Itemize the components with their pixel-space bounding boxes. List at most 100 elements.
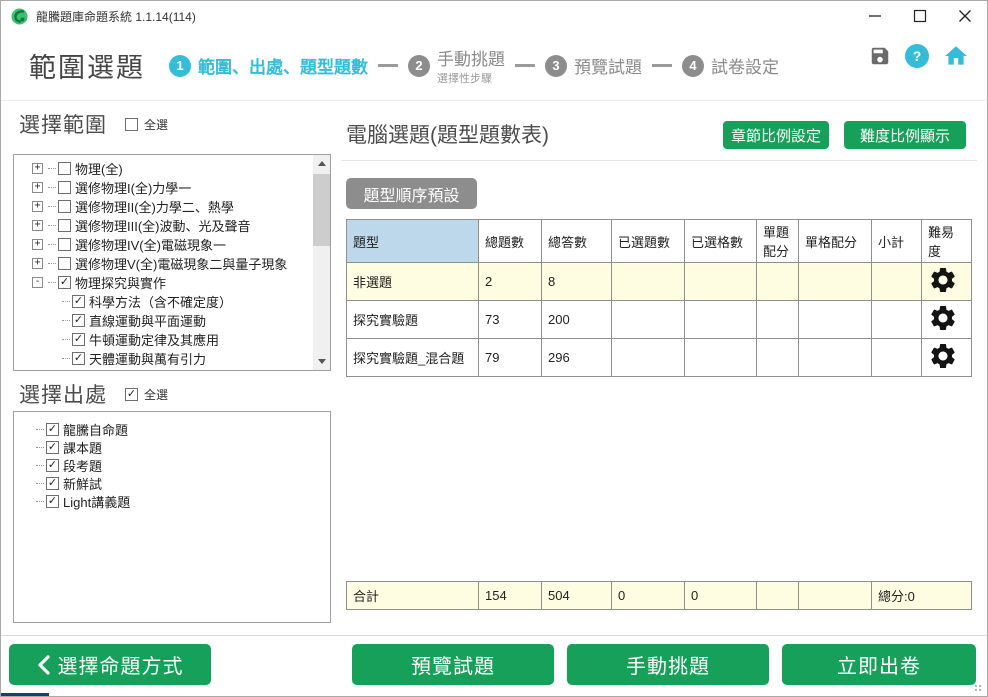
cell-selected-questions[interactable] [612, 339, 685, 377]
chapter-ratio-button[interactable]: 章節比例設定 [723, 121, 829, 149]
source-item[interactable]: 新鮮試 [14, 474, 330, 492]
expand-icon[interactable] [32, 239, 43, 250]
checkbox-unchecked[interactable] [58, 162, 71, 175]
tree-item[interactable]: 科學方法（含不確定度） [14, 292, 330, 311]
checkbox-checked[interactable] [58, 276, 71, 289]
save-icon[interactable] [869, 45, 891, 67]
tree-connector [36, 483, 44, 484]
home-icon[interactable] [943, 43, 969, 69]
col-header-selected-cells: 已選格數 [685, 220, 757, 263]
total-selected-cells: 0 [685, 582, 757, 610]
checkbox-checked[interactable] [46, 477, 59, 490]
collapse-icon[interactable] [32, 277, 43, 288]
checkbox-unchecked[interactable] [125, 118, 138, 131]
tree-connector [48, 244, 56, 245]
cell-selected-questions[interactable] [612, 263, 685, 301]
cell-selected-questions[interactable] [612, 301, 685, 339]
tree-item[interactable]: 物理(全) [14, 159, 330, 178]
cell-total-questions: 79 [479, 339, 542, 377]
checkbox-unchecked[interactable] [58, 200, 71, 213]
tree-item[interactable]: 選修物理IV(全)電磁現象一 [14, 235, 330, 254]
checkbox-checked[interactable] [46, 495, 59, 508]
source-select-all[interactable]: 全選 [125, 386, 168, 403]
gear-icon[interactable] [928, 341, 958, 371]
checkbox-checked[interactable] [72, 295, 85, 308]
checkbox-checked[interactable] [46, 459, 59, 472]
tree-item[interactable]: 選修物理III(全)波動、光及聲音 [14, 216, 330, 235]
resize-grip[interactable] [973, 683, 981, 691]
step-1-scope[interactable]: 1 範圍、出處、題型題數 [169, 53, 368, 78]
total-score-per-cell [799, 582, 872, 610]
cell-score-per-question[interactable] [757, 301, 799, 339]
source-item[interactable]: 段考題 [14, 456, 330, 474]
source-item[interactable]: 龍騰自命題 [14, 420, 330, 438]
cell-score-per-question[interactable] [757, 339, 799, 377]
gear-icon[interactable] [928, 265, 958, 295]
bottom-action-bar: 選擇命題方式 預覽試題 手動挑題 立即出卷 [1, 635, 987, 696]
expand-icon[interactable] [32, 182, 43, 193]
minimize-button[interactable] [852, 1, 897, 31]
tree-item[interactable]: 物理探究與實作 [14, 273, 330, 292]
source-item[interactable]: Light講義題 [14, 492, 330, 510]
checkbox-unchecked[interactable] [58, 219, 71, 232]
select-all-label: 全選 [144, 386, 168, 403]
tree-item[interactable]: 選修物理V(全)電磁現象二與量子現象 [14, 254, 330, 273]
col-header-subtotal: 小計 [872, 220, 922, 263]
cell-score-per-cell[interactable] [799, 301, 872, 339]
checkbox-unchecked[interactable] [58, 257, 71, 270]
preview-questions-button[interactable]: 預覽試題 [352, 644, 554, 685]
cell-score-per-cell[interactable] [799, 263, 872, 301]
checkbox-checked[interactable] [46, 423, 59, 436]
difficulty-ratio-button[interactable]: 難度比例顯示 [844, 121, 966, 149]
generate-paper-button[interactable]: 立即出卷 [782, 644, 976, 685]
tree-item[interactable]: 選修物理I(全)力學一 [14, 178, 330, 197]
tree-item[interactable]: 選修物理II(全)力學二、熱學 [14, 197, 330, 216]
checkbox-checked[interactable] [72, 314, 85, 327]
help-icon[interactable]: ? [905, 44, 929, 68]
type-order-preset-button[interactable]: 題型順序預設 [346, 178, 477, 209]
step-4-paper-settings[interactable]: 4 試卷設定 [682, 53, 779, 78]
expand-icon[interactable] [32, 258, 43, 269]
table-row: 非選題 2 8 [347, 263, 972, 301]
cell-score-per-cell[interactable] [799, 339, 872, 377]
expand-icon[interactable] [32, 220, 43, 231]
step-3-preview[interactable]: 3 預覽試題 [545, 53, 642, 78]
close-button[interactable] [942, 1, 987, 31]
scroll-down-icon[interactable] [313, 353, 330, 370]
tree-scrollbar [313, 155, 330, 370]
checkbox-checked[interactable] [72, 352, 85, 365]
checkbox-unchecked[interactable] [58, 238, 71, 251]
source-item[interactable]: 課本題 [14, 438, 330, 456]
checkbox-checked[interactable] [46, 441, 59, 454]
back-to-mode-button[interactable]: 選擇命題方式 [9, 644, 211, 685]
cell-score-per-question[interactable] [757, 263, 799, 301]
checkbox-checked[interactable] [72, 333, 85, 346]
step-1-label: 範圍、出處、題型題數 [198, 53, 368, 78]
window-title: 龍騰題庫命題系統 1.1.14(114) [36, 8, 196, 25]
cell-selected-cells[interactable] [685, 301, 757, 339]
source-item-label: Light講義題 [63, 492, 130, 511]
checkbox-checked[interactable] [125, 388, 138, 401]
manual-pick-button[interactable]: 手動挑題 [567, 644, 769, 685]
titlebar: 龍騰題庫命題系統 1.1.14(114) [1, 1, 987, 31]
tree-item[interactable]: 牛頓運動定律及其應用 [14, 330, 330, 349]
col-header-selected-questions: 已選題數 [612, 220, 685, 263]
gear-icon[interactable] [928, 303, 958, 333]
source-item-label: 龍騰自命題 [63, 420, 128, 439]
scroll-up-icon[interactable] [313, 155, 330, 172]
cell-selected-cells[interactable] [685, 339, 757, 377]
maximize-button[interactable] [897, 1, 942, 31]
tree-item-label: 直線運動與平面運動 [89, 311, 206, 330]
step-2-manual-pick[interactable]: 2 手動挑題 選擇性步驟 [408, 45, 505, 86]
expand-icon[interactable] [32, 201, 43, 212]
tree-item[interactable]: 直線運動與平面運動 [14, 311, 330, 330]
scrollbar-thumb[interactable] [313, 174, 330, 246]
expand-icon[interactable] [32, 163, 43, 174]
step-1-number: 1 [169, 55, 191, 77]
tree-item-label: 選修物理IV(全)電磁現象一 [75, 235, 226, 254]
cell-selected-cells[interactable] [685, 263, 757, 301]
checkbox-unchecked[interactable] [58, 181, 71, 194]
scope-title-row: 選擇範圍 全選 [19, 109, 168, 139]
scope-select-all[interactable]: 全選 [125, 116, 168, 133]
tree-item[interactable]: 天體運動與萬有引力 [14, 349, 330, 368]
